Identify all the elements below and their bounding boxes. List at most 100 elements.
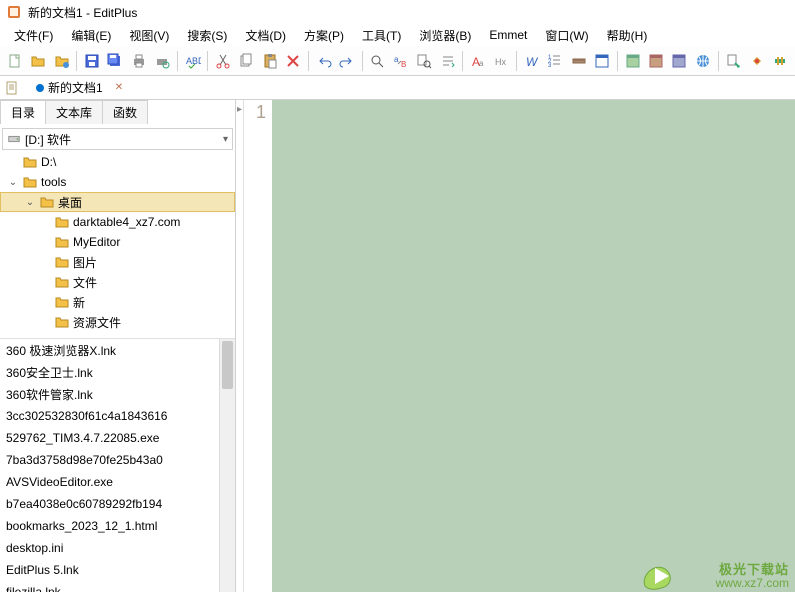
goto-line-icon[interactable] [437, 50, 458, 72]
editor-area: ▸ 1 [236, 100, 795, 592]
font-icon[interactable]: Aa [467, 50, 488, 72]
print-icon[interactable] [128, 50, 149, 72]
title-text: 新的文档1 - EditPlus [28, 4, 137, 21]
redo-icon[interactable] [336, 50, 357, 72]
replace-icon[interactable]: aB [390, 50, 411, 72]
file-row[interactable]: EditPlus 5.lnk [0, 559, 235, 581]
save-icon[interactable] [81, 50, 102, 72]
scrollbar[interactable] [219, 339, 235, 592]
document-tab[interactable]: 新的文档1 ✕ [28, 77, 131, 98]
toolbar-sep [516, 51, 517, 71]
toolbar-sep [362, 51, 363, 71]
tree-label: 图片 [73, 254, 97, 271]
browser-icon[interactable] [692, 50, 713, 72]
new-file-icon[interactable] [4, 50, 25, 72]
menu-project[interactable]: 方案(P) [296, 25, 352, 46]
tree-label: 新 [73, 294, 85, 311]
hex-icon[interactable]: Hx [491, 50, 512, 72]
folder-icon [39, 194, 55, 210]
splitter-handle[interactable]: ▸ [236, 100, 244, 592]
file-row[interactable]: 3cc302532830f61c4a1843616 [0, 405, 235, 427]
ruler-icon[interactable] [568, 50, 589, 72]
tree-row[interactable]: ⌄tools [0, 172, 235, 192]
find-in-files-icon[interactable] [414, 50, 435, 72]
toolbar-sep [207, 51, 208, 71]
file-row[interactable]: 360软件管家.lnk [0, 383, 235, 405]
browser-view-icon[interactable] [622, 50, 643, 72]
tree-row[interactable]: MyEditor [0, 232, 235, 252]
wordwrap-icon[interactable]: W [521, 50, 542, 72]
delete-icon[interactable] [283, 50, 304, 72]
sidebar-tab-functions[interactable]: 函数 [102, 100, 148, 124]
file-row[interactable]: 7ba3d3758d98e70fe25b43a0 [0, 449, 235, 471]
toolbar-sep [718, 51, 719, 71]
file-row[interactable]: filezilla.lnk [0, 581, 235, 592]
file-row[interactable]: bookmarks_2023_12_1.html [0, 515, 235, 537]
folder-icon [54, 214, 70, 230]
tree-row[interactable]: ⌄ 桌面 [0, 192, 235, 212]
print-preview-icon[interactable] [152, 50, 173, 72]
workspace: 目录 文本库 函数 [D:] 软件 ▾ D:\⌄tools⌄桌面darktabl… [0, 100, 795, 592]
file-row[interactable]: 360 极速浏览器X.lnk [0, 339, 235, 361]
folder-icon [22, 154, 38, 170]
sidebar: 目录 文本库 函数 [D:] 软件 ▾ D:\⌄tools⌄桌面darktabl… [0, 100, 236, 592]
internal-browser-icon[interactable] [645, 50, 666, 72]
external-browser-icon[interactable] [669, 50, 690, 72]
scrollbar-thumb[interactable] [222, 341, 233, 389]
sidebar-tabs: 目录 文本库 函数 [0, 100, 235, 124]
menu-tools[interactable]: 工具(T) [354, 25, 409, 46]
linenum-icon[interactable]: 123 [545, 50, 566, 72]
find-icon[interactable] [367, 50, 388, 72]
folder-icon [54, 294, 70, 310]
tree-twisty-icon[interactable]: ⌄ [7, 177, 19, 188]
toolbar-sep [462, 51, 463, 71]
fullscreen-icon[interactable] [591, 50, 612, 72]
menu-edit[interactable]: 编辑(E) [63, 25, 119, 46]
close-tab-icon[interactable]: ✕ [115, 82, 123, 93]
menu-help[interactable]: 帮助(H) [599, 25, 656, 46]
menu-document[interactable]: 文档(D) [237, 25, 294, 46]
tree-label: 桌面 [58, 194, 82, 211]
drive-selector[interactable]: [D:] 软件 ▾ [2, 128, 233, 150]
sidebar-tab-directory[interactable]: 目录 [0, 100, 46, 124]
text-area[interactable] [272, 100, 795, 592]
tree-twisty-icon[interactable]: ⌄ [24, 197, 36, 208]
file-row[interactable]: desktop.ini [0, 537, 235, 559]
copy-icon[interactable] [236, 50, 257, 72]
file-row[interactable]: 360安全卫士.lnk [0, 361, 235, 383]
svg-text:ABD: ABD [186, 56, 201, 66]
chevron-down-icon: ▾ [223, 134, 228, 145]
menu-file[interactable]: 文件(F) [6, 25, 61, 46]
preferences-icon[interactable] [769, 50, 790, 72]
undo-icon[interactable] [313, 50, 334, 72]
tree-row[interactable]: 图片 [0, 252, 235, 272]
run-icon[interactable] [723, 50, 744, 72]
save-all-icon[interactable] [105, 50, 126, 72]
file-row[interactable]: b7ea4038e0c60789292fb194 [0, 493, 235, 515]
folder-icon [22, 174, 38, 190]
open-remote-icon[interactable] [51, 50, 72, 72]
svg-text:B: B [401, 60, 406, 69]
open-folder-icon[interactable] [27, 50, 48, 72]
menu-browser[interactable]: 浏览器(B) [411, 25, 479, 46]
menu-window[interactable]: 窗口(W) [537, 25, 596, 46]
tabbar: 新的文档1 ✕ [0, 76, 795, 100]
tree-row[interactable]: 新 [0, 292, 235, 312]
file-row[interactable]: 529762_TIM3.4.7.22085.exe [0, 427, 235, 449]
menu-search[interactable]: 搜索(S) [179, 25, 235, 46]
record-icon[interactable] [746, 50, 767, 72]
spellcheck-icon[interactable]: ABD [182, 50, 203, 72]
cut-icon[interactable] [212, 50, 233, 72]
menu-view[interactable]: 视图(V) [121, 25, 177, 46]
tree-label: MyEditor [73, 235, 120, 249]
menu-emmet[interactable]: Emmet [481, 26, 535, 44]
tree-row[interactable]: 文件 [0, 272, 235, 292]
tree-row[interactable]: 资源文件 [0, 312, 235, 332]
paste-icon[interactable] [259, 50, 280, 72]
tree-label: darktable4_xz7.com [73, 215, 180, 229]
sidebar-tab-cliptext[interactable]: 文本库 [45, 100, 103, 124]
page-icon [4, 80, 20, 96]
tree-row[interactable]: D:\ [0, 152, 235, 172]
file-row[interactable]: AVSVideoEditor.exe [0, 471, 235, 493]
tree-row[interactable]: darktable4_xz7.com [0, 212, 235, 232]
